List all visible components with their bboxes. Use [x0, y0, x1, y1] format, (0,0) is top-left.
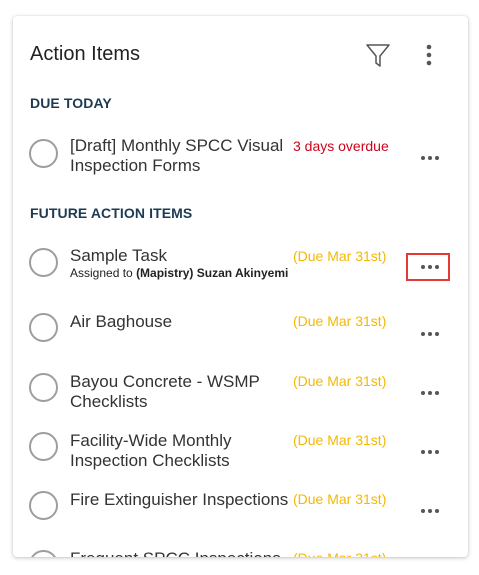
list-item: Fire Extinguisher Inspections (Due Mar 3… — [13, 490, 468, 540]
filter-icon[interactable] — [365, 42, 391, 68]
more-options-icon[interactable] — [417, 148, 443, 168]
list-item: Sample Task Assigned to (Mapistry) Suzan… — [13, 246, 468, 306]
more-options-icon[interactable] — [417, 257, 443, 277]
kebab-menu-icon[interactable] — [419, 42, 439, 68]
complete-radio[interactable] — [29, 550, 58, 557]
assigned-prefix: Assigned to — [70, 266, 133, 280]
due-label: (Due Mar 31st) — [293, 248, 387, 264]
list-item: Frequent SPCC Inspections (Due Mar 31st) — [13, 549, 468, 557]
more-options-icon[interactable] — [417, 324, 443, 344]
item-title[interactable]: Air Baghouse — [70, 312, 290, 332]
item-title[interactable]: Frequent SPCC Inspections — [70, 549, 290, 557]
complete-radio[interactable] — [29, 373, 58, 402]
assigned-to: Assigned to (Mapistry) Suzan Akinyemi — [70, 266, 290, 281]
due-label: (Due Mar 31st) — [293, 313, 387, 329]
item-title[interactable]: [Draft] Monthly SPCC Visual Inspection F… — [70, 136, 290, 176]
item-title[interactable]: Sample Task — [70, 246, 290, 266]
item-title[interactable]: Fire Extinguisher Inspections — [70, 490, 290, 510]
action-items-card: Action Items DUE TODAY [Draft] Monthly S… — [13, 16, 468, 557]
more-options-icon[interactable] — [417, 501, 443, 521]
due-label: (Due Mar 31st) — [293, 432, 387, 448]
list-item: Facility-Wide Monthly Inspection Checkli… — [13, 431, 468, 481]
section-due-today: DUE TODAY — [30, 95, 112, 111]
complete-radio[interactable] — [29, 248, 58, 277]
section-future: FUTURE ACTION ITEMS — [30, 205, 193, 221]
complete-radio[interactable] — [29, 491, 58, 520]
due-label: (Due Mar 31st) — [293, 549, 386, 557]
list-item: [Draft] Monthly SPCC Visual Inspection F… — [13, 136, 468, 196]
more-options-icon[interactable] — [417, 442, 443, 462]
due-label: (Due Mar 31st) — [293, 491, 387, 507]
due-label: 3 days overdue — [293, 138, 389, 154]
list-item: Air Baghouse (Due Mar 31st) — [13, 312, 468, 362]
card-title: Action Items — [30, 43, 141, 65]
complete-radio[interactable] — [29, 139, 58, 168]
complete-radio[interactable] — [29, 432, 58, 461]
assignee-name: (Mapistry) Suzan Akinyemi — [136, 266, 289, 280]
complete-radio[interactable] — [29, 313, 58, 342]
list-item: Bayou Concrete - WSMP Checklists (Due Ma… — [13, 372, 468, 422]
more-options-icon[interactable] — [417, 383, 443, 403]
card-header: Action Items — [13, 16, 468, 94]
item-title[interactable]: Bayou Concrete - WSMP Checklists — [70, 372, 290, 412]
item-title[interactable]: Facility-Wide Monthly Inspection Checkli… — [70, 431, 290, 471]
due-label: (Due Mar 31st) — [293, 373, 387, 389]
